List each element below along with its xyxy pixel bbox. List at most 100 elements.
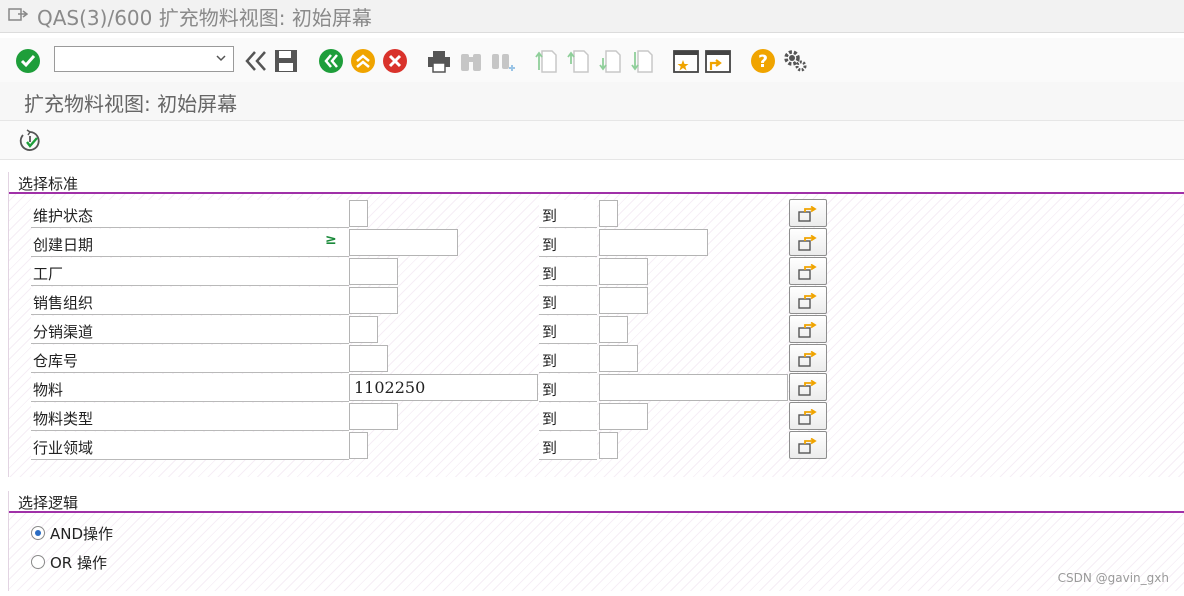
multiple-selection-icon [798, 409, 817, 425]
chevron-down-icon[interactable] [215, 52, 227, 64]
selection-criteria-frame: 选择标准 维护状态 到 创建日期 ≥ 到 工厂 到 销售组织 到 分销渠道 到 [8, 172, 1184, 477]
criteria-row-material: 物料 1102250 到 [9, 373, 1184, 403]
criteria-to-input[interactable] [599, 229, 708, 256]
criteria-label: 创建日期 [31, 229, 349, 257]
multiple-selection-button[interactable] [789, 344, 827, 372]
enter-check-icon[interactable] [15, 48, 41, 74]
criteria-from-input[interactable] [349, 345, 388, 372]
criteria-label: 分销渠道 [31, 316, 349, 344]
criteria-label: 行业领域 [31, 432, 349, 460]
multiple-selection-button[interactable] [789, 315, 827, 343]
new-session-icon[interactable] [673, 48, 699, 74]
criteria-to-label: 到 [539, 258, 597, 286]
criteria-to-label: 到 [539, 200, 597, 228]
multiple-selection-icon [798, 264, 817, 280]
and-option-label: AND操作 [50, 525, 114, 543]
save-icon[interactable] [273, 48, 299, 74]
criteria-row-plant: 工厂 到 [9, 257, 1184, 287]
criteria-row-warehouse: 仓库号 到 [9, 344, 1184, 374]
multiple-selection-button[interactable] [789, 431, 827, 459]
application-toolbar [0, 121, 1184, 160]
shortcut-icon[interactable] [705, 48, 731, 74]
criteria-to-input[interactable] [599, 432, 618, 459]
criteria-to-label: 到 [539, 229, 597, 257]
or-option-label: OR 操作 [50, 554, 107, 572]
criteria-to-input[interactable] [599, 287, 648, 314]
selection-logic-title: 选择逻辑 [18, 494, 79, 512]
or-radio[interactable] [31, 555, 45, 569]
selection-logic-frame: 选择逻辑 AND操作 OR 操作 [8, 491, 1184, 591]
criteria-from-input[interactable] [349, 316, 378, 343]
cancel-icon[interactable] [382, 48, 408, 74]
first-page-icon[interactable] [534, 48, 560, 74]
criteria-from-input[interactable] [349, 258, 398, 285]
criteria-to-label: 到 [539, 316, 597, 344]
criteria-label: 仓库号 [31, 345, 349, 373]
criteria-label: 物料类型 [31, 403, 349, 431]
selection-criteria-title: 选择标准 [18, 175, 79, 193]
title-bar: QAS(3)/600 扩充物料视图: 初始屏幕 [0, 0, 1184, 33]
criteria-to-input[interactable] [599, 258, 648, 285]
screen-title-bar: 扩充物料视图: 初始屏幕 [0, 82, 1184, 121]
criteria-row-distribution-channel: 分销渠道 到 [9, 315, 1184, 345]
criteria-to-label: 到 [539, 345, 597, 373]
watermark: CSDN @gavin_gxh [1057, 571, 1169, 585]
multiple-selection-icon [798, 293, 817, 309]
find-next-icon[interactable] [490, 48, 516, 74]
criteria-label: 销售组织 [31, 287, 349, 315]
criteria-to-label: 到 [539, 403, 597, 431]
and-radio[interactable] [31, 526, 45, 540]
criteria-to-input[interactable] [599, 374, 788, 401]
criteria-from-input[interactable] [349, 403, 398, 430]
multiple-selection-button[interactable] [789, 402, 827, 430]
back-double-icon[interactable] [243, 48, 269, 74]
criteria-row-material-type: 物料类型 到 [9, 402, 1184, 432]
window-title: QAS(3)/600 扩充物料视图: 初始屏幕 [37, 6, 372, 30]
next-page-icon[interactable] [598, 48, 624, 74]
multiple-selection-button[interactable] [789, 373, 827, 401]
command-field[interactable] [54, 46, 234, 72]
multiple-selection-button[interactable] [789, 257, 827, 285]
criteria-row-maintenance-status: 维护状态 到 [9, 199, 1184, 229]
window-menu-icon[interactable] [8, 7, 28, 23]
find-icon[interactable] [458, 48, 484, 74]
criteria-label: 维护状态 [31, 200, 349, 228]
criteria-row-sales-org: 销售组织 到 [9, 286, 1184, 316]
standard-toolbar: ? [0, 38, 1184, 83]
multiple-selection-icon [798, 322, 817, 338]
criteria-to-input[interactable] [599, 316, 628, 343]
help-icon[interactable]: ? [750, 48, 776, 74]
multiple-selection-icon [798, 206, 817, 222]
multiple-selection-button[interactable] [789, 199, 827, 227]
criteria-label: 物料 [31, 374, 349, 402]
multiple-selection-icon [798, 438, 817, 454]
criteria-to-input[interactable] [599, 403, 648, 430]
criteria-to-input[interactable] [599, 200, 618, 227]
multiple-selection-button[interactable] [789, 228, 827, 256]
selection-criteria-header: 选择标准 [9, 172, 1184, 194]
back-icon[interactable] [318, 48, 344, 74]
prev-page-icon[interactable] [566, 48, 592, 74]
criteria-row-industry-sector: 行业领域 到 [9, 431, 1184, 461]
svg-text:?: ? [758, 52, 768, 72]
multiple-selection-icon [798, 235, 817, 251]
greater-equal-icon[interactable]: ≥ [325, 232, 337, 248]
criteria-from-input[interactable] [349, 200, 368, 227]
criteria-to-input[interactable] [599, 345, 638, 372]
selection-logic-header: 选择逻辑 [9, 491, 1184, 513]
screen-title: 扩充物料视图: 初始屏幕 [24, 92, 238, 116]
criteria-row-created-on: 创建日期 ≥ 到 [9, 228, 1184, 258]
criteria-to-label: 到 [539, 374, 597, 402]
execute-icon[interactable] [18, 129, 42, 153]
criteria-from-input[interactable] [349, 287, 398, 314]
settings-icon[interactable] [782, 48, 808, 74]
multiple-selection-icon [798, 380, 817, 396]
exit-icon[interactable] [350, 48, 376, 74]
criteria-from-input[interactable]: 1102250 [349, 374, 538, 401]
last-page-icon[interactable] [630, 48, 656, 74]
criteria-from-input[interactable] [349, 432, 368, 459]
criteria-to-label: 到 [539, 432, 597, 460]
multiple-selection-button[interactable] [789, 286, 827, 314]
criteria-from-input[interactable] [349, 229, 458, 256]
print-icon[interactable] [426, 48, 452, 74]
